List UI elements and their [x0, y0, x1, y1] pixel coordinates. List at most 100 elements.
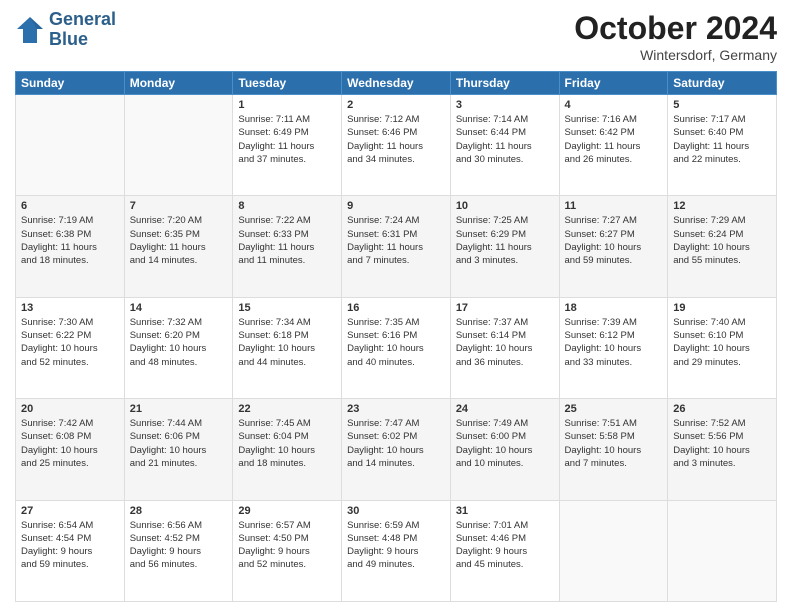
cell-0-1 [124, 95, 233, 196]
day-info-3-6: Sunrise: 7:52 AM Sunset: 5:56 PM Dayligh… [673, 417, 771, 470]
cell-0-6: 5 Sunrise: 7:17 AM Sunset: 6:40 PM Daylig… [668, 95, 777, 196]
day-info-2-2: Sunrise: 7:34 AM Sunset: 6:18 PM Dayligh… [238, 316, 336, 369]
logo: General Blue [15, 10, 116, 50]
cell-0-0 [16, 95, 125, 196]
day-info-4-4: Sunrise: 7:01 AM Sunset: 4:46 PM Dayligh… [456, 519, 554, 572]
day-num-3-0: 20 [21, 403, 119, 415]
day-num-3-3: 23 [347, 403, 445, 415]
logo-line2: Blue [49, 30, 116, 50]
day-num-2-4: 17 [456, 302, 554, 314]
day-info-1-0: Sunrise: 7:19 AM Sunset: 6:38 PM Dayligh… [21, 214, 119, 267]
day-info-2-5: Sunrise: 7:39 AM Sunset: 6:12 PM Dayligh… [565, 316, 663, 369]
header-monday: Monday [124, 72, 233, 95]
day-info-1-6: Sunrise: 7:29 AM Sunset: 6:24 PM Dayligh… [673, 214, 771, 267]
header: General Blue October 2024 Wintersdorf, G… [15, 10, 777, 63]
day-info-3-1: Sunrise: 7:44 AM Sunset: 6:06 PM Dayligh… [130, 417, 228, 470]
header-sunday: Sunday [16, 72, 125, 95]
day-info-3-5: Sunrise: 7:51 AM Sunset: 5:58 PM Dayligh… [565, 417, 663, 470]
day-num-4-3: 30 [347, 505, 445, 517]
day-num-3-1: 21 [130, 403, 228, 415]
cell-2-1: 14Sunrise: 7:32 AM Sunset: 6:20 PM Dayli… [124, 297, 233, 398]
day-num-3-2: 22 [238, 403, 336, 415]
day-info-0-6: Sunrise: 7:17 AM Sunset: 6:40 PM Dayligh… [673, 113, 771, 166]
week-row-0: 1 Sunrise: 7:11 AM Sunset: 6:49 PM Daylig… [16, 95, 777, 196]
day-info-3-4: Sunrise: 7:49 AM Sunset: 6:00 PM Dayligh… [456, 417, 554, 470]
cell-1-3: 9Sunrise: 7:24 AM Sunset: 6:31 PM Daylig… [342, 196, 451, 297]
cell-1-6: 12 Sunrise: 7:29 AM Sunset: 6:24 PM Dayli… [668, 196, 777, 297]
cell-1-1: 7Sunrise: 7:20 AM Sunset: 6:35 PM Daylig… [124, 196, 233, 297]
day-info-1-3: Sunrise: 7:24 AM Sunset: 6:31 PM Dayligh… [347, 214, 445, 267]
day-num-0-5: 4 [565, 99, 663, 111]
day-num-4-4: 31 [456, 505, 554, 517]
cell-3-3: 23 Sunrise: 7:47 AM Sunset: 6:02 PM Dayli… [342, 399, 451, 500]
cell-1-5: 11 Sunrise: 7:27 AM Sunset: 6:27 PM Dayli… [559, 196, 668, 297]
cell-3-0: 20 Sunrise: 7:42 AM Sunset: 6:08 PM Dayli… [16, 399, 125, 500]
cell-3-2: 22 Sunrise: 7:45 AM Sunset: 6:04 PM Dayli… [233, 399, 342, 500]
cell-4-0: 27 Sunrise: 6:54 AM Sunset: 4:54 PM Dayli… [16, 500, 125, 601]
day-num-1-5: 11 [565, 200, 663, 212]
day-info-4-1: Sunrise: 6:56 AM Sunset: 4:52 PM Dayligh… [130, 519, 228, 572]
cell-2-6: 19 Sunrise: 7:40 AM Sunset: 6:10 PM Dayli… [668, 297, 777, 398]
header-tuesday: Tuesday [233, 72, 342, 95]
day-info-3-3: Sunrise: 7:47 AM Sunset: 6:02 PM Dayligh… [347, 417, 445, 470]
day-num-2-0: 13 [21, 302, 119, 314]
cell-1-2: 8 Sunrise: 7:22 AM Sunset: 6:33 PM Daylig… [233, 196, 342, 297]
day-info-1-1: Sunrise: 7:20 AM Sunset: 6:35 PM Dayligh… [130, 214, 228, 267]
cell-2-4: 17 Sunrise: 7:37 AM Sunset: 6:14 PM Dayli… [450, 297, 559, 398]
day-info-0-5: Sunrise: 7:16 AM Sunset: 6:42 PM Dayligh… [565, 113, 663, 166]
week-row-3: 20 Sunrise: 7:42 AM Sunset: 6:08 PM Dayli… [16, 399, 777, 500]
cell-0-2: 1 Sunrise: 7:11 AM Sunset: 6:49 PM Daylig… [233, 95, 342, 196]
cell-2-2: 15 Sunrise: 7:34 AM Sunset: 6:18 PM Dayli… [233, 297, 342, 398]
day-num-0-6: 5 [673, 99, 771, 111]
logo-line1: General [49, 10, 116, 30]
cell-4-1: 28 Sunrise: 6:56 AM Sunset: 4:52 PM Dayli… [124, 500, 233, 601]
title-block: October 2024 Wintersdorf, Germany [574, 10, 777, 63]
day-num-1-6: 12 [673, 200, 771, 212]
location-title: Wintersdorf, Germany [574, 47, 777, 63]
day-info-1-4: Sunrise: 7:25 AM Sunset: 6:29 PM Dayligh… [456, 214, 554, 267]
day-info-4-2: Sunrise: 6:57 AM Sunset: 4:50 PM Dayligh… [238, 519, 336, 572]
cell-4-3: 30 Sunrise: 6:59 AM Sunset: 4:48 PM Dayli… [342, 500, 451, 601]
header-saturday: Saturday [668, 72, 777, 95]
day-num-2-2: 15 [238, 302, 336, 314]
day-info-3-0: Sunrise: 7:42 AM Sunset: 6:08 PM Dayligh… [21, 417, 119, 470]
cell-3-6: 26Sunrise: 7:52 AM Sunset: 5:56 PM Dayli… [668, 399, 777, 500]
day-info-0-3: Sunrise: 7:12 AM Sunset: 6:46 PM Dayligh… [347, 113, 445, 166]
day-info-0-4: Sunrise: 7:14 AM Sunset: 6:44 PM Dayligh… [456, 113, 554, 166]
cell-2-0: 13Sunrise: 7:30 AM Sunset: 6:22 PM Dayli… [16, 297, 125, 398]
day-num-4-0: 27 [21, 505, 119, 517]
day-num-0-3: 2 [347, 99, 445, 111]
day-num-2-6: 19 [673, 302, 771, 314]
day-num-0-2: 1 [238, 99, 336, 111]
day-info-1-2: Sunrise: 7:22 AM Sunset: 6:33 PM Dayligh… [238, 214, 336, 267]
day-num-3-4: 24 [456, 403, 554, 415]
page: General Blue October 2024 Wintersdorf, G… [0, 0, 792, 612]
month-title: October 2024 [574, 10, 777, 47]
day-num-2-3: 16 [347, 302, 445, 314]
day-info-1-5: Sunrise: 7:27 AM Sunset: 6:27 PM Dayligh… [565, 214, 663, 267]
day-info-2-6: Sunrise: 7:40 AM Sunset: 6:10 PM Dayligh… [673, 316, 771, 369]
week-row-4: 27 Sunrise: 6:54 AM Sunset: 4:54 PM Dayli… [16, 500, 777, 601]
header-thursday: Thursday [450, 72, 559, 95]
header-friday: Friday [559, 72, 668, 95]
day-num-2-5: 18 [565, 302, 663, 314]
day-info-3-2: Sunrise: 7:45 AM Sunset: 6:04 PM Dayligh… [238, 417, 336, 470]
cell-0-5: 4 Sunrise: 7:16 AM Sunset: 6:42 PM Daylig… [559, 95, 668, 196]
day-info-4-0: Sunrise: 6:54 AM Sunset: 4:54 PM Dayligh… [21, 519, 119, 572]
day-info-4-3: Sunrise: 6:59 AM Sunset: 4:48 PM Dayligh… [347, 519, 445, 572]
calendar-table: Sunday Monday Tuesday Wednesday Thursday… [15, 71, 777, 602]
day-info-2-4: Sunrise: 7:37 AM Sunset: 6:14 PM Dayligh… [456, 316, 554, 369]
day-num-0-4: 3 [456, 99, 554, 111]
day-num-4-1: 28 [130, 505, 228, 517]
week-row-2: 13Sunrise: 7:30 AM Sunset: 6:22 PM Dayli… [16, 297, 777, 398]
day-num-1-0: 6 [21, 200, 119, 212]
cell-2-5: 18 Sunrise: 7:39 AM Sunset: 6:12 PM Dayli… [559, 297, 668, 398]
cell-0-3: 2 Sunrise: 7:12 AM Sunset: 6:46 PM Daylig… [342, 95, 451, 196]
day-num-1-2: 8 [238, 200, 336, 212]
day-info-0-2: Sunrise: 7:11 AM Sunset: 6:49 PM Dayligh… [238, 113, 336, 166]
day-num-1-4: 10 [456, 200, 554, 212]
day-num-2-1: 14 [130, 302, 228, 314]
cell-4-5 [559, 500, 668, 601]
cell-3-5: 25Sunrise: 7:51 AM Sunset: 5:58 PM Dayli… [559, 399, 668, 500]
cell-4-2: 29Sunrise: 6:57 AM Sunset: 4:50 PM Dayli… [233, 500, 342, 601]
